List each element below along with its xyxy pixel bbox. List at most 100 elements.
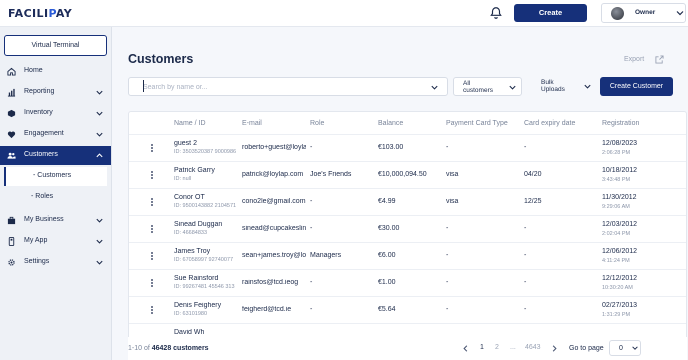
column-header-expiry[interactable]: Card expiry date bbox=[524, 120, 575, 127]
box-icon bbox=[7, 109, 16, 118]
more-options-icon[interactable] bbox=[151, 306, 154, 315]
table-row[interactable]: Patrick Garry ID: null patrick@loylap.co… bbox=[129, 161, 686, 188]
table-footer: 1-10 of 46428 customers 1 2 ... 4643 Go … bbox=[128, 337, 687, 360]
create-customer-button[interactable]: Create Customer bbox=[600, 77, 673, 96]
registration-date: 12/03/2012 bbox=[602, 221, 638, 228]
card-expiry: - bbox=[524, 306, 527, 313]
customer-email: sinead@cupcakeslin bbox=[242, 225, 306, 232]
create-button[interactable]: Create bbox=[514, 4, 587, 22]
heart-icon bbox=[7, 131, 16, 139]
chevron-down-icon bbox=[96, 239, 103, 244]
page-ellipsis: ... bbox=[510, 344, 516, 351]
more-options-icon[interactable] bbox=[151, 279, 154, 288]
customer-email: feigherd@tcd.ie bbox=[242, 306, 292, 313]
page-number[interactable]: 2 bbox=[495, 344, 499, 351]
sidebar-item-reporting[interactable]: Reporting bbox=[0, 83, 111, 102]
customer-email: patrick@loylap.com bbox=[242, 171, 304, 178]
more-options-icon[interactable] bbox=[151, 225, 154, 234]
page-title: Customers bbox=[128, 52, 194, 66]
chevron-up-icon bbox=[96, 153, 103, 158]
table-row[interactable]: guest 2 ID: 3503520387 9000986 roberto+g… bbox=[129, 134, 686, 161]
customer-name[interactable]: guest 2 bbox=[174, 140, 238, 147]
customer-name[interactable]: Sue Rainsford bbox=[174, 275, 238, 282]
text-cursor bbox=[143, 80, 144, 92]
column-header-name[interactable]: Name / ID bbox=[174, 120, 206, 127]
customers-table: Name / ID E-mail Role Balance Payment Ca… bbox=[128, 111, 687, 360]
sidebar-item-engagement[interactable]: Engagement bbox=[0, 125, 111, 144]
chevron-down-icon[interactable] bbox=[430, 83, 439, 92]
registration-date: 02/27/2013 bbox=[602, 302, 638, 309]
user-menu[interactable]: Owner bbox=[601, 3, 686, 23]
search-input[interactable] bbox=[143, 81, 423, 93]
more-options-icon[interactable] bbox=[151, 198, 154, 207]
facilipay-logo[interactable]: FACILIPAY bbox=[8, 7, 72, 20]
go-to-page-select[interactable]: 0 bbox=[609, 340, 641, 356]
customer-name[interactable]: David Wh bbox=[174, 329, 238, 336]
customer-email: roberto+guest@loyla bbox=[242, 144, 306, 151]
more-options-icon[interactable] bbox=[151, 144, 154, 153]
column-header-role[interactable]: Role bbox=[310, 120, 324, 127]
customer-id: ID: 63101980 bbox=[174, 311, 208, 317]
sidebar-subitem-customers[interactable]: - Customers bbox=[4, 167, 107, 186]
chevron-down-icon bbox=[509, 85, 516, 90]
card-type: - bbox=[446, 252, 449, 259]
virtual-terminal-button[interactable]: Virtual Terminal bbox=[4, 35, 107, 56]
card-type: - bbox=[446, 144, 449, 151]
more-options-icon[interactable] bbox=[151, 171, 154, 180]
bell-icon[interactable] bbox=[489, 6, 503, 20]
chevron-down-icon[interactable] bbox=[583, 82, 592, 91]
bulk-uploads-menu[interactable]: Bulk Uploads bbox=[541, 79, 565, 93]
column-header-registration[interactable]: Registration bbox=[602, 120, 639, 127]
table-row[interactable]: James Troy ID: 67058997 92740077 sean+ja… bbox=[129, 242, 686, 269]
sidebar-item-my-business[interactable]: My Business bbox=[0, 211, 111, 230]
table-row[interactable]: Sue Rainsford ID: 99267481 45546 313 rai… bbox=[129, 269, 686, 296]
column-header-card-type[interactable]: Payment Card Type bbox=[446, 120, 508, 127]
card-type: - bbox=[446, 225, 449, 232]
table-row[interactable]: Conor OT ID: 9500143882 2104571 cono2le@… bbox=[129, 188, 686, 215]
phone-icon bbox=[8, 237, 15, 246]
search-box[interactable] bbox=[128, 77, 448, 96]
avatar bbox=[611, 7, 624, 20]
chevron-down-icon bbox=[96, 218, 103, 223]
customer-name[interactable]: Patrick Garry bbox=[174, 167, 238, 174]
page-number[interactable]: 1 bbox=[480, 344, 484, 351]
customer-name[interactable]: Conor OT bbox=[174, 194, 238, 201]
customer-email: sean+james.troy@lo bbox=[242, 252, 306, 259]
registration-time: 10:30:20 AM bbox=[602, 285, 633, 291]
sidebar-item-label: My App bbox=[24, 237, 48, 244]
registration-date: 12/12/2012 bbox=[602, 275, 638, 282]
registration-date: 10/18/2012 bbox=[602, 167, 638, 174]
export-button[interactable]: Export bbox=[624, 56, 644, 63]
page-number[interactable]: 4643 bbox=[525, 344, 541, 351]
sidebar-item-label: My Business bbox=[24, 216, 64, 223]
column-header-balance[interactable]: Balance bbox=[378, 120, 403, 127]
customer-filter-select[interactable]: All customers bbox=[453, 77, 522, 96]
sidebar-item-label: Engagement bbox=[24, 130, 64, 137]
card-expiry: 12/25 bbox=[524, 198, 542, 205]
sidebar-item-my-app[interactable]: My App bbox=[0, 232, 111, 251]
sidebar-item-label: Customers bbox=[24, 151, 58, 158]
customer-role: - bbox=[310, 144, 313, 151]
chevron-left-icon[interactable] bbox=[461, 344, 470, 353]
chevron-right-icon[interactable] bbox=[550, 344, 559, 353]
sidebar-item-inventory[interactable]: Inventory bbox=[0, 104, 111, 123]
customer-balance: €1.00 bbox=[378, 279, 396, 286]
registration-date: 12/08/2023 bbox=[602, 140, 638, 147]
customer-name[interactable]: James Troy bbox=[174, 248, 238, 255]
sidebar-item-customers[interactable]: Customers bbox=[0, 146, 111, 165]
registration-time: 1:31:29 PM bbox=[602, 312, 631, 318]
export-icon[interactable] bbox=[655, 55, 664, 64]
sidebar-item-settings[interactable]: Settings bbox=[0, 253, 111, 272]
customer-id: ID: null bbox=[174, 176, 192, 182]
table-row[interactable]: Sinead Duggan ID: 46684833 sinead@cupcak… bbox=[129, 215, 686, 242]
customer-name[interactable]: Sinead Duggan bbox=[174, 221, 238, 228]
table-row[interactable]: Denis Feighery ID: 63101980 feigherd@tcd… bbox=[129, 296, 686, 323]
sidebar-subitem-roles[interactable]: - Roles bbox=[4, 188, 107, 207]
card-expiry: 04/20 bbox=[524, 171, 542, 178]
registration-time: 2:02:04 PM bbox=[602, 231, 631, 237]
more-options-icon[interactable] bbox=[151, 252, 154, 261]
column-header-email[interactable]: E-mail bbox=[242, 120, 262, 127]
customer-name[interactable]: Denis Feighery bbox=[174, 302, 238, 309]
customer-email: rainsfos@tcd.ieog bbox=[242, 279, 299, 286]
sidebar-item-home[interactable]: Home bbox=[0, 62, 111, 81]
